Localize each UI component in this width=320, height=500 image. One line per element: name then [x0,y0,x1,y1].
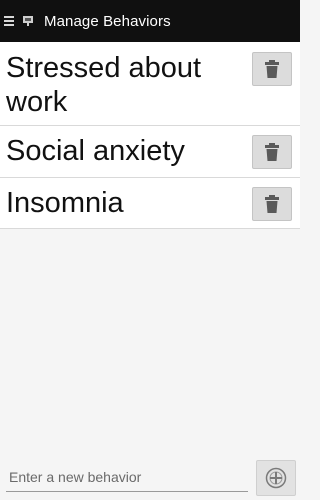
app-logo-icon[interactable] [22,15,34,27]
list-item[interactable]: Social anxiety [0,126,300,178]
new-behavior-field-wrapper [6,462,248,492]
behavior-list: Stressed about work Social anxiety Insom… [0,42,300,229]
page-title: Manage Behaviors [44,12,171,30]
trash-icon [265,143,279,161]
new-behavior-bar [0,456,300,500]
list-item[interactable]: Insomnia [0,178,300,229]
list-item[interactable]: Stressed about work [0,42,300,126]
hamburger-menu-icon[interactable] [4,16,14,26]
app-bar: Manage Behaviors [0,0,300,42]
add-circle-icon [265,467,287,489]
new-behavior-input[interactable] [6,462,248,492]
add-behavior-button[interactable] [256,460,296,496]
delete-button[interactable] [252,135,292,169]
trash-icon [265,60,279,78]
delete-button[interactable] [252,187,292,221]
delete-button[interactable] [252,52,292,86]
trash-icon [265,195,279,213]
